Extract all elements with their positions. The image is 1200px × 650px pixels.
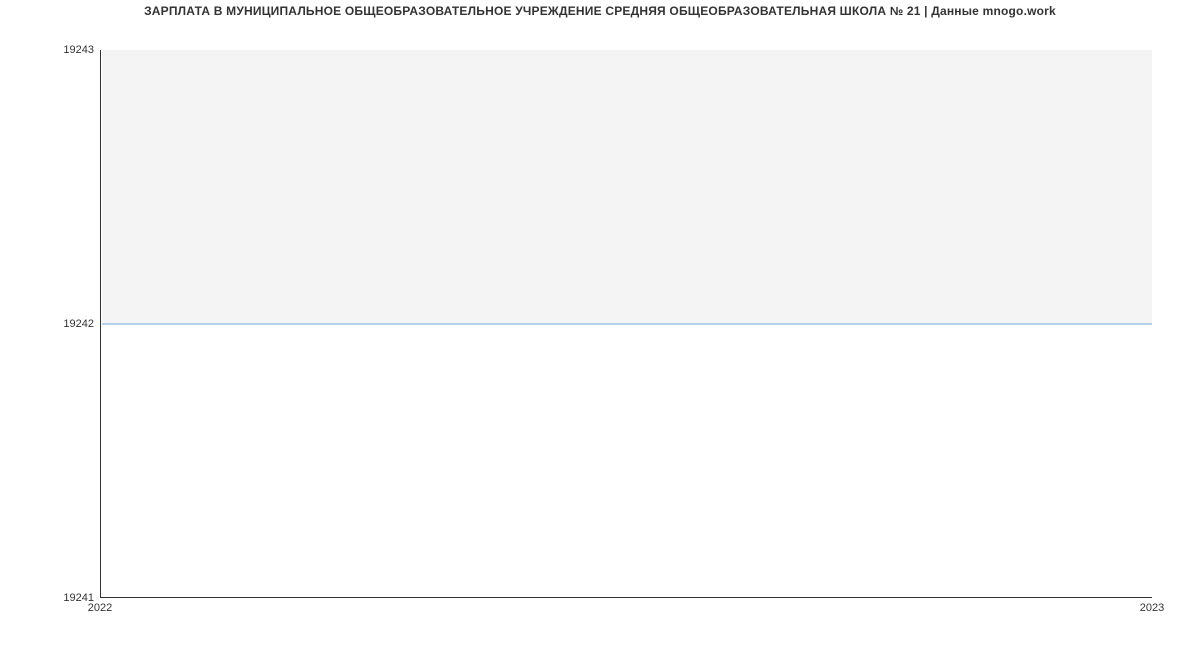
x-tick-label: 2023: [1140, 602, 1164, 614]
series-line-salary: [102, 323, 1152, 324]
y-axis: 19243 19242 19241: [0, 50, 100, 598]
plot-background-lower: [102, 324, 1152, 597]
axes: [100, 50, 1152, 598]
y-tick-label: 19242: [63, 318, 94, 330]
y-tick-label: 19243: [63, 44, 94, 56]
x-axis: 2022 2023: [100, 598, 1152, 618]
chart-container: ЗАРПЛАТА В МУНИЦИПАЛЬНОЕ ОБЩЕОБРАЗОВАТЕЛ…: [0, 0, 1200, 650]
plot-area: [100, 50, 1152, 598]
chart-title: ЗАРПЛАТА В МУНИЦИПАЛЬНОЕ ОБЩЕОБРАЗОВАТЕЛ…: [0, 4, 1200, 18]
x-tick-label: 2022: [88, 602, 112, 614]
plot-background-upper: [102, 50, 1152, 324]
